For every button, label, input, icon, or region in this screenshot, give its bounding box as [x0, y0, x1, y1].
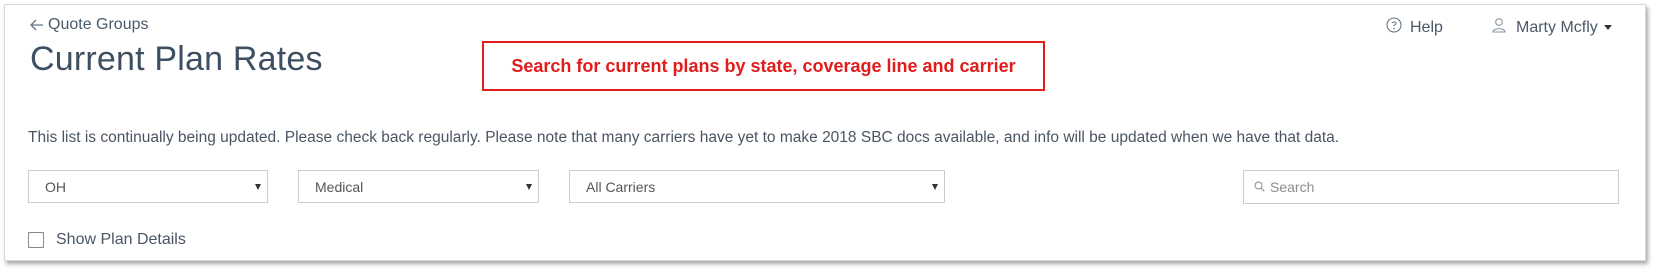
coverage-line-select-value: Medical	[315, 178, 364, 195]
dropdown-arrow-icon	[526, 183, 532, 190]
carrier-select[interactable]: All Carriers	[569, 170, 945, 203]
search-placeholder: Search	[1270, 179, 1315, 195]
dropdown-arrow-icon	[255, 183, 261, 190]
dropdown-arrow-icon	[932, 183, 938, 190]
state-select-value: OH	[45, 178, 66, 195]
arrow-left-icon	[30, 19, 44, 31]
info-notice: This list is continually being updated. …	[28, 129, 1340, 146]
user-name: Marty Mcfly	[1516, 18, 1598, 36]
user-menu[interactable]: Marty Mcfly	[1492, 17, 1612, 38]
annotation-callout: Search for current plans by state, cover…	[482, 41, 1045, 91]
back-link-label: Quote Groups	[48, 16, 149, 33]
show-plan-details-label: Show Plan Details	[56, 231, 186, 248]
search-input[interactable]: Search	[1243, 170, 1619, 204]
page-title: Current Plan Rates	[30, 40, 323, 78]
question-circle-icon	[1386, 17, 1402, 38]
state-select[interactable]: OH	[28, 170, 268, 203]
search-icon	[1254, 179, 1265, 195]
help-link[interactable]: Help	[1386, 17, 1443, 38]
help-label: Help	[1410, 18, 1443, 36]
show-plan-details-option[interactable]: Show Plan Details	[28, 231, 186, 249]
back-to-quote-groups-link[interactable]: Quote Groups	[30, 16, 149, 34]
coverage-line-select[interactable]: Medical	[298, 170, 539, 203]
chevron-down-icon	[1603, 25, 1612, 30]
user-icon	[1492, 17, 1506, 38]
show-plan-details-checkbox[interactable]	[28, 232, 44, 248]
carrier-select-value: All Carriers	[586, 178, 656, 195]
annotation-text: Search for current plans by state, cover…	[511, 55, 1016, 76]
